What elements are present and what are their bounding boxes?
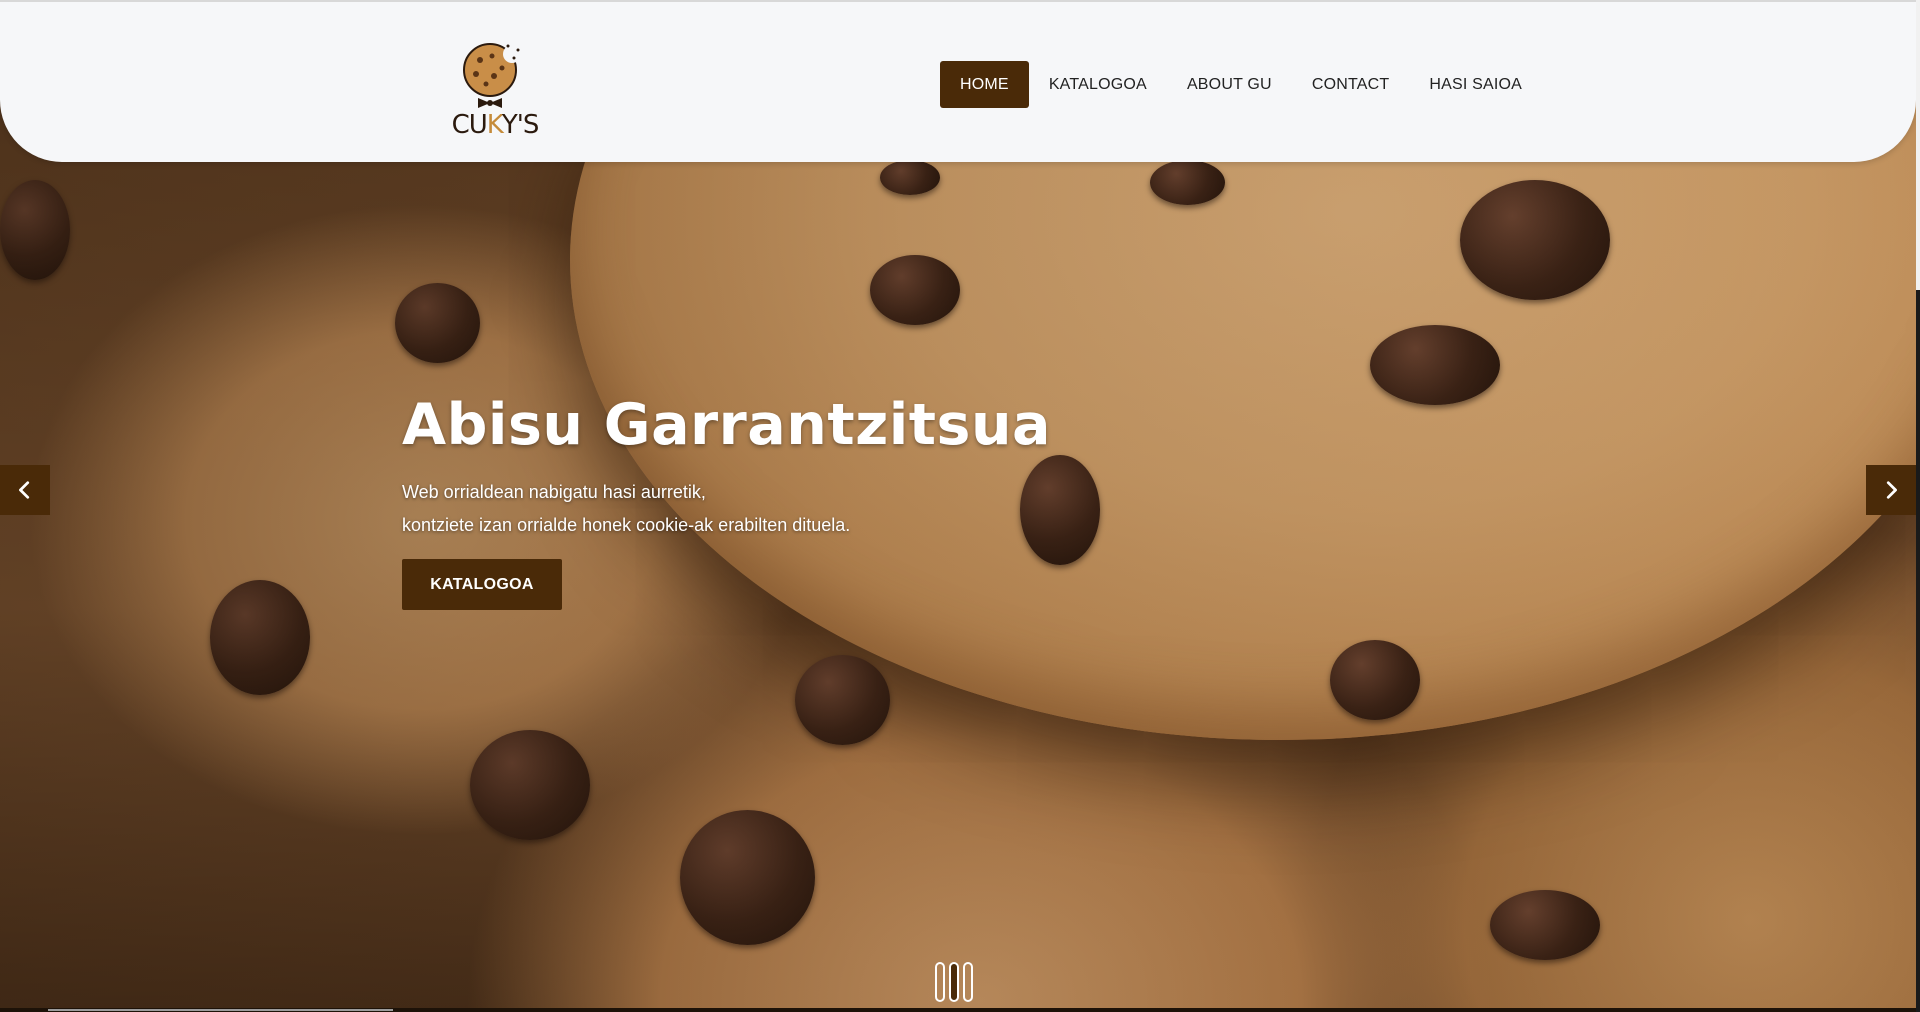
- cookie-logo-icon: [463, 43, 521, 108]
- bottom-progress-line: [0, 1008, 1916, 1012]
- hero-content: Abisu Garrantzitsua Web orrialdean nabig…: [402, 392, 1051, 610]
- carousel-indicator-3[interactable]: [963, 962, 973, 1002]
- main-nav: HOME KATALOGOA ABOUT GU CONTACT HASI SAI…: [940, 61, 1542, 108]
- site-header: CUKY'S HOME KATALOGOA ABOUT GU CONTACT H…: [0, 2, 1916, 162]
- hero-text-line-1: Web orrialdean nabigatu hasi aurretik,: [402, 482, 706, 502]
- carousel-prev-button[interactable]: [0, 465, 50, 515]
- chevron-left-icon: [19, 481, 30, 499]
- page-scrollbar[interactable]: [1916, 0, 1920, 1012]
- window-top-border: [0, 0, 1920, 2]
- hero-text-line-2: kontziete izan orrialde honek cookie-ak …: [402, 515, 851, 535]
- carousel-indicator-1[interactable]: [935, 962, 945, 1002]
- carousel-indicator-2[interactable]: [949, 962, 959, 1002]
- carousel-indicators: [935, 962, 973, 1002]
- nav-home[interactable]: HOME: [940, 61, 1029, 108]
- hero-title: Abisu Garrantzitsua: [402, 392, 1051, 458]
- katalogoa-button[interactable]: KATALOGOA: [402, 559, 562, 610]
- nav-about-gu[interactable]: ABOUT GU: [1167, 61, 1292, 108]
- scrollbar-thumb[interactable]: [1916, 290, 1920, 1012]
- cukys-logo[interactable]: CUKY'S: [450, 40, 540, 144]
- nav-hasi-saioa[interactable]: HASI SAIOA: [1409, 61, 1542, 108]
- nav-katalogoa[interactable]: KATALOGOA: [1029, 61, 1167, 108]
- logo-wordmark: CUKY'S: [451, 110, 540, 140]
- chevron-right-icon: [1886, 481, 1897, 499]
- carousel-next-button[interactable]: [1866, 465, 1916, 515]
- nav-contact[interactable]: CONTACT: [1292, 61, 1410, 108]
